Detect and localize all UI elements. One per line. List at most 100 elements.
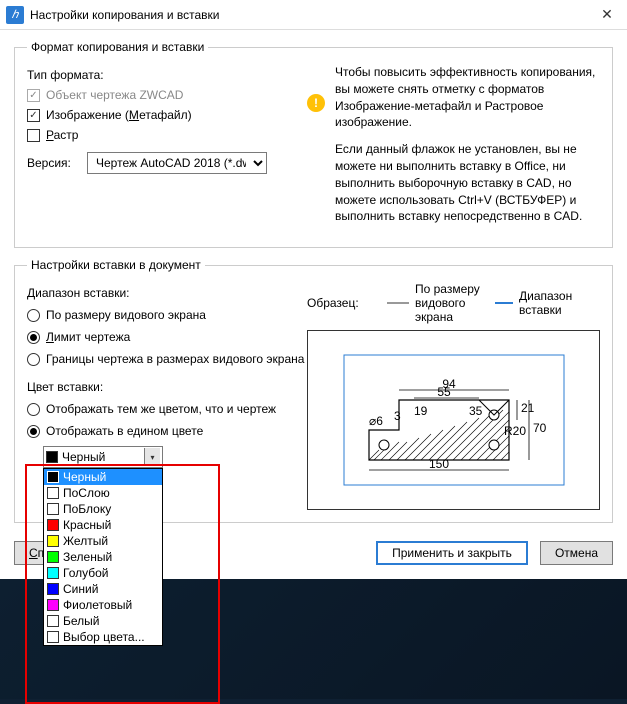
format-type-label: Тип формата: [27,68,287,82]
line-icon [387,302,409,304]
color-option-label: Зеленый [63,550,112,564]
color-option[interactable]: ПоСлою [44,485,162,501]
checkbox-raster[interactable]: Растр [27,128,287,142]
checkbox-box-icon [27,129,40,142]
color-option-label: Синий [63,582,98,596]
color-option[interactable]: Зеленый [44,549,162,565]
color-combo-wrap: Черный ▾ ЧерныйПоСлоюПоБлокуКрасныйЖелты… [43,446,163,468]
format-group: Формат копирования и вставки Тип формата… [14,40,613,248]
color-option-label: ПоСлою [63,486,110,500]
color-swatch-icon [47,583,59,595]
color-option-label: Черный [63,470,106,484]
window-title: Настройки копирования и вставки [30,8,587,22]
color-option-label: ПоБлоку [63,502,111,516]
color-option[interactable]: Голубой [44,565,162,581]
color-option-label: Фиолетовый [63,598,132,612]
svg-text:3: 3 [394,409,401,423]
color-option-label: Красный [63,518,111,532]
preview-box: 94 55 19 3 35 21 70 150 R20 [307,330,600,510]
checkbox-image-label: Изображение (Метафайл) [46,108,192,122]
radio-same-color-label: Отображать тем же цветом, что и чертеж [46,402,276,416]
color-option[interactable]: Черный [44,469,162,485]
color-option-label: Выбор цвета... [63,630,145,644]
svg-text:19: 19 [414,404,428,418]
svg-text:⌀6: ⌀6 [369,414,383,428]
version-row: Версия: Чертеж AutoCAD 2018 (*.dwg) [27,152,287,174]
legend-range: Диапазон вставки [495,289,600,317]
color-option[interactable]: ПоБлоку [44,501,162,517]
color-swatch-icon [47,551,59,563]
color-option[interactable]: Выбор цвета... [44,629,162,645]
color-option-label: Белый [63,614,99,628]
line-icon [495,302,513,304]
dialog-content: Формат копирования и вставки Тип формата… [0,30,627,579]
color-swatch-icon [47,487,59,499]
color-option[interactable]: Фиолетовый [44,597,162,613]
warning-icon: ! [307,94,325,112]
radio-same-color[interactable]: Отображать тем же цветом, что и чертеж [27,402,307,416]
radio-icon [27,331,40,344]
checkbox-box-icon: ✓ [27,89,40,102]
color-swatch-icon [47,631,59,643]
radio-viewport-size[interactable]: По размеру видового экрана [27,308,307,322]
checkbox-zwcad-label: Объект чертежа ZWCAD [46,88,183,102]
info-panel: ! Чтобы повысить эффективность копирован… [307,64,600,235]
svg-text:55: 55 [437,385,451,399]
legend-viewport: По размеру видового экрана [387,282,495,324]
color-swatch-icon [47,503,59,515]
color-swatch-icon [47,535,59,547]
radio-drawing-bounds[interactable]: Границы чертежа в размерах видового экра… [27,352,307,366]
info-text-2: Если данный флажок не установлен, вы не … [335,141,600,225]
close-icon[interactable]: ✕ [587,0,627,30]
svg-text:150: 150 [428,457,448,471]
radio-icon [27,353,40,366]
checkbox-zwcad: ✓ Объект чертежа ZWCAD [27,88,287,102]
color-option-label: Голубой [63,566,109,580]
svg-text:70: 70 [533,421,547,435]
color-swatch-icon [46,451,58,463]
radio-drawing-limit[interactable]: Лимит чертежа [27,330,307,344]
radio-icon [27,309,40,322]
radio-drawing-bounds-label: Границы чертежа в размерах видового экра… [46,352,304,366]
color-swatch-icon [47,471,59,483]
color-option[interactable]: Желтый [44,533,162,549]
color-combo[interactable]: Черный ▾ [43,446,163,468]
radio-single-color[interactable]: Отображать в едином цвете [27,424,307,438]
range-label: Диапазон вставки: [27,286,307,300]
color-option[interactable]: Белый [44,613,162,629]
radio-viewport-label: По размеру видового экрана [46,308,206,322]
cancel-button[interactable]: Отмена [540,541,613,565]
color-swatch-icon [47,519,59,531]
apply-close-button[interactable]: Применить и закрыть [376,541,528,565]
app-icon: ℎ [6,6,24,24]
color-option[interactable]: Красный [44,517,162,533]
svg-text:21: 21 [521,401,535,415]
color-label: Цвет вставки: [27,380,307,394]
sample-label: Образец: [307,296,387,310]
checkbox-box-icon: ✓ [27,109,40,122]
version-label: Версия: [27,156,87,170]
color-dropdown[interactable]: Черный ПоСлою ПоБлоку Красный Желтый Зеленый Г… [43,468,163,646]
format-legend: Формат копирования и вставки [27,40,208,54]
radio-icon [27,403,40,416]
radio-icon [27,425,40,438]
drawing-preview: 94 55 19 3 35 21 70 150 R20 [339,350,569,490]
color-option[interactable]: Синий [44,581,162,597]
chevron-down-icon: ▾ [144,448,160,466]
color-swatch-icon [47,567,59,579]
dialog-window: ℎ Настройки копирования и вставки ✕ Форм… [0,0,627,579]
checkbox-raster-label: Растр [46,128,78,142]
checkbox-image[interactable]: ✓ Изображение (Метафайл) [27,108,287,122]
preview-header: Образец: По размеру видового экрана Диап… [307,282,600,324]
insert-group: Настройки вставки в документ Диапазон вс… [14,258,613,523]
radio-single-color-label: Отображать в едином цвете [46,424,203,438]
info-text: Чтобы повысить эффективность копирования… [335,64,600,235]
color-swatch-icon [47,599,59,611]
color-option-label: Желтый [63,534,108,548]
radio-drawing-limit-label: Лимит чертежа [46,330,130,344]
insert-legend: Настройки вставки в документ [27,258,205,272]
svg-text:35: 35 [469,404,483,418]
version-select[interactable]: Чертеж AutoCAD 2018 (*.dwg) [87,152,267,174]
color-combo-text: Черный [62,450,144,464]
svg-text:R20: R20 [504,424,526,438]
